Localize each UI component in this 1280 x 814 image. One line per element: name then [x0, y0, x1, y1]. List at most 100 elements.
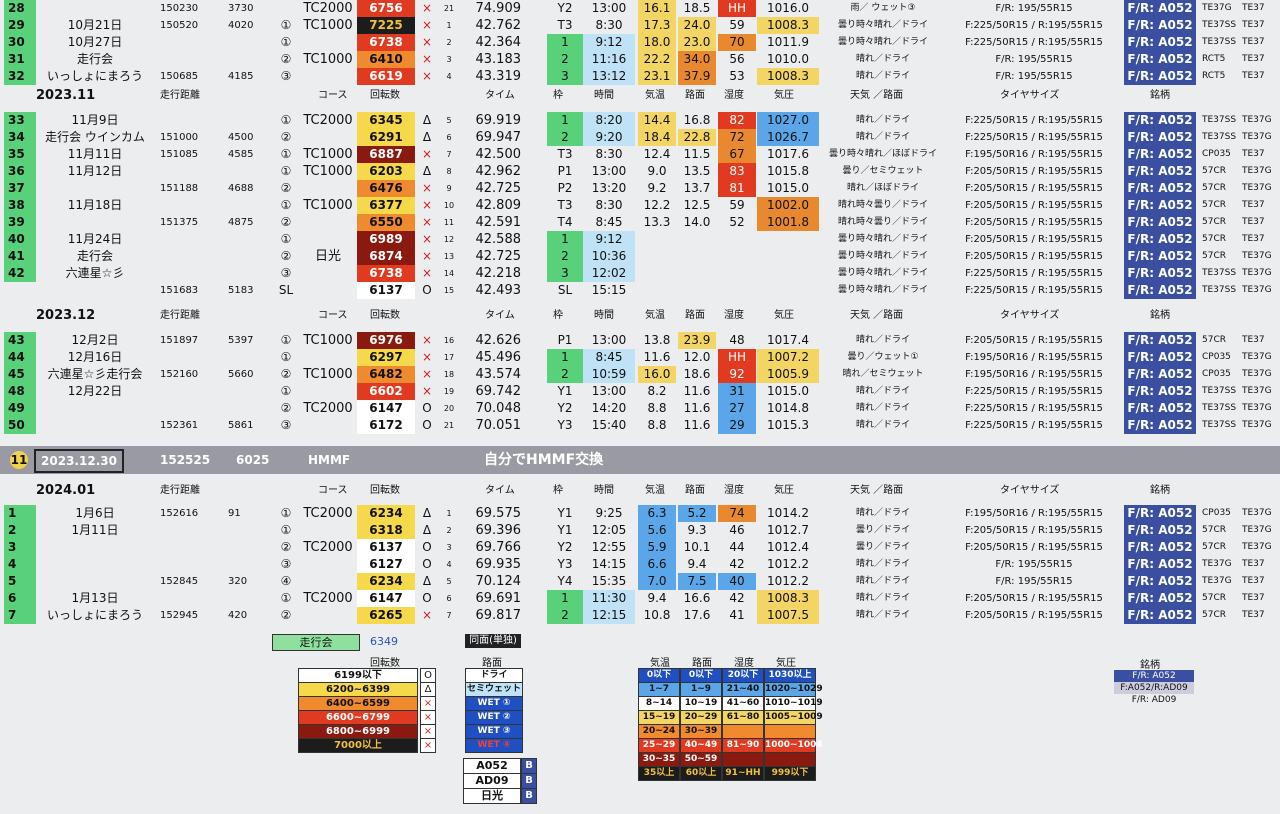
row-code: 57CR — [1202, 251, 1226, 261]
row-odometer — [160, 383, 220, 400]
table-row[interactable]: 4 ③ 6127 O 4 69.935 Y3 14:15 6.6 9.4 42 1012.2 晴れ／ドラ… — [0, 556, 1280, 573]
row-tire-size: F:195/50R16 / R:195/55R15 — [965, 149, 1103, 160]
row-time: 70.051 — [475, 418, 522, 433]
row-temp: 9.0 — [647, 164, 667, 178]
row-code: 57CR — [1202, 525, 1226, 535]
row-mark: Δ — [422, 506, 432, 520]
row-road — [678, 231, 716, 248]
row-pressure: 1008.3 — [757, 590, 819, 607]
row-number: 39 — [4, 214, 36, 231]
table-row[interactable]: 151683 5183 SL 6137 O 15 42.493 SL 15:15 曇り時々晴れ／ド… — [0, 282, 1280, 299]
table-row[interactable]: 42 六連星☆彡 ③ 6738 × 14 42.218 3 12:02 曇り時々晴れ／ドライ F:2… — [0, 265, 1280, 282]
row-distance: 4585 — [228, 149, 254, 160]
table-row[interactable]: 32 いっしょにまろう 150685 4185 ③ 6619 × 4 43.319 3 13:12 2… — [0, 68, 1280, 85]
table-row[interactable]: 43 12月2日 151897 5397 ① TC1000 6976 × 16 42.626 P1 1… — [0, 332, 1280, 349]
table-row[interactable]: 36 11月12日 ① TC1000 6203 Δ 8 42.962 P1 13:00 9.0 13.… — [0, 163, 1280, 180]
row-pressure: 1012.2 — [767, 557, 809, 571]
row-weather: 晴れ／ドライ — [855, 420, 910, 430]
row-mark: × — [421, 266, 433, 280]
row-pressure: 1016.0 — [767, 1, 809, 15]
row-odometer: 151085 — [160, 149, 199, 160]
table-row[interactable]: 40 11月24日 ① 6989 × 12 42.588 1 9:12 曇り時々晴れ／ドライ F:2… — [0, 231, 1280, 248]
legend-brand-title: 銘柄 — [1140, 660, 1160, 671]
table-row[interactable]: 39 151375 4875 ② 6550 × 11 42.591 T4 8:45 13.3 14.0… — [0, 214, 1280, 231]
row-wheel: TE37G — [1242, 525, 1272, 535]
table-row[interactable]: 45 六連星☆彡走行会 152160 5660 ② TC1000 6482 × 18 43.574… — [0, 366, 1280, 383]
legend-cond-cell: 40~49 — [680, 738, 722, 753]
row-wheel: TE37 — [1242, 576, 1265, 586]
section-title: 2023.11 — [36, 88, 96, 103]
row-time: 42.588 — [475, 232, 522, 247]
row-odometer — [160, 556, 220, 573]
legend-brand-item: F/R: AD09 — [1131, 695, 1177, 705]
row-index: 7 — [446, 150, 452, 159]
row-code: 57CR — [1202, 542, 1226, 552]
row-course-mark: ② — [280, 367, 292, 381]
legend-event-label: 走行会 — [272, 634, 360, 651]
table-row[interactable]: 35 11月11日 151085 4585 ① TC1000 6887 × 7 42.500 T3 8… — [0, 146, 1280, 163]
table-row[interactable]: 50 152361 5861 ③ 6172 O 21 70.051 Y3 15:40 8.8 11.6… — [0, 417, 1280, 434]
table-row[interactable]: 48 12月22日 ① 6602 × 19 69.742 Y1 13:00 8.2 11.6 31 10… — [0, 383, 1280, 400]
row-frame: 1 — [547, 590, 583, 607]
row-index: 3 — [446, 543, 452, 552]
row-odometer: 150520 — [160, 20, 199, 31]
row-number: 44 — [4, 349, 36, 366]
table-row[interactable]: 49 ② TC2000 6147 O 20 70.048 Y2 14:20 8.8 11.6 27 10… — [0, 400, 1280, 417]
row-course — [300, 129, 356, 146]
row-frame: 1 — [547, 112, 583, 129]
row-pressure: 1026.7 — [757, 129, 819, 146]
table-row[interactable]: 37 151188 4688 ② 6476 × 9 42.725 P2 13:20 9.2 13.7 8… — [0, 180, 1280, 197]
column-header: 回転数 — [370, 310, 400, 321]
table-row[interactable]: 31 走行会 ② TC1000 6410 × 3 43.183 2 11:16 22.2 34.0 56… — [0, 51, 1280, 68]
row-rpm: 6619 — [357, 68, 415, 85]
row-pressure: 1007.2 — [757, 349, 819, 366]
table-row[interactable]: 28 150230 3730 TC2000 6756 × 21 74.909 Y2 13:00 16… — [0, 0, 1280, 17]
row-frame: 1 — [547, 231, 583, 248]
spreadsheet[interactable]: 28 150230 3730 TC2000 6756 × 21 74.909 Y2 13:00 16… — [0, 0, 1280, 814]
row-index: 10 — [443, 201, 455, 210]
row-road: 5.2 — [678, 505, 716, 522]
row-course — [300, 180, 356, 197]
row-humidity: 41 — [729, 608, 745, 622]
row-time: 43.574 — [475, 367, 522, 382]
row-road: 14.0 — [683, 215, 711, 229]
row-road: 23.9 — [678, 332, 716, 349]
row-odometer: 150230 — [160, 3, 199, 14]
table-row[interactable]: 6 1月13日 ① TC2000 6147 O 6 69.691 1 11:30 9.4 16.6 42… — [0, 590, 1280, 607]
row-brand: F/R: A052 — [1124, 282, 1196, 299]
row-frame: T3 — [557, 198, 573, 212]
row-tire-size: F:205/50R15 / R:195/55R15 — [965, 542, 1103, 553]
table-row[interactable]: 29 10月21日 150520 4020 ① TC1000 7225 × 1 42.762 T3 8… — [0, 17, 1280, 34]
row-code: TE37SS — [1202, 386, 1237, 396]
table-row[interactable]: 30 10月27日 ① 6738 × 2 42.364 1 9:12 18.0 23.0 70 1011… — [0, 34, 1280, 51]
row-date — [36, 556, 154, 573]
row-frame: T4 — [557, 215, 573, 229]
row-humidity: 44 — [729, 540, 745, 554]
row-course-mark: ① — [280, 18, 292, 32]
row-index: 19 — [443, 387, 455, 396]
table-row[interactable]: 33 11月9日 ① TC2000 6345 Δ 5 69.919 1 8:20 14.4 16.8 8… — [0, 112, 1280, 129]
row-clock: 9:12 — [583, 231, 635, 248]
row-course-mark: ② — [280, 249, 292, 263]
row-wheel: TE37G — [1242, 508, 1272, 518]
table-row[interactable]: 7 いっしょにまろう 152945 420 ② 6265 × 7 69.817 2 12:15 10.… — [0, 607, 1280, 624]
row-index: 1 — [446, 21, 452, 30]
column-header: タイム — [485, 310, 515, 321]
table-row[interactable]: 38 11月18日 ① TC1000 6377 × 10 42.809 T3 8:30 12.2 12… — [0, 197, 1280, 214]
row-tire-size: F:205/50R15 / R:195/55R15 — [965, 525, 1103, 536]
table-row[interactable]: 2 1月11日 ① 6318 Δ 2 69.396 Y1 12:05 5.6 9.3 46 1012.7… — [0, 522, 1280, 539]
legend-tire-mark: B — [521, 758, 537, 774]
table-row[interactable]: 44 12月16日 ① 6297 × 17 45.496 1 8:45 11.6 12.0 HH 100… — [0, 349, 1280, 366]
row-time: 69.691 — [475, 591, 522, 606]
row-road: 11.6 — [683, 384, 711, 398]
table-row[interactable]: 3 ② TC2000 6137 O 3 69.766 Y2 12:55 5.9 10.1 44 1012… — [0, 539, 1280, 556]
table-row[interactable]: 41 走行会 ② 日光 6874 × 13 42.725 2 10:36 曇り時々晴れ／ドライ F:2… — [0, 248, 1280, 265]
table-row[interactable]: 34 走行会 ウインカム 151000 4500 ② 6291 Δ 6 69.947 2 9:20 1… — [0, 129, 1280, 146]
table-row[interactable]: 5 152845 320 ④ 6234 Δ 5 70.124 Y4 15:35 7.0 7.5 40 10… — [0, 573, 1280, 590]
table-row[interactable]: 1 1月6日 152616 91 ① TC2000 6234 Δ 1 69.575 Y1 9:25 6.… — [0, 505, 1280, 522]
row-odometer — [160, 349, 220, 366]
row-road: 16.8 — [683, 113, 711, 127]
legend-cond-cell: 60以上 — [680, 766, 722, 781]
row-temp: 12.4 — [643, 147, 671, 161]
row-wheel: TE37 — [1242, 37, 1265, 47]
